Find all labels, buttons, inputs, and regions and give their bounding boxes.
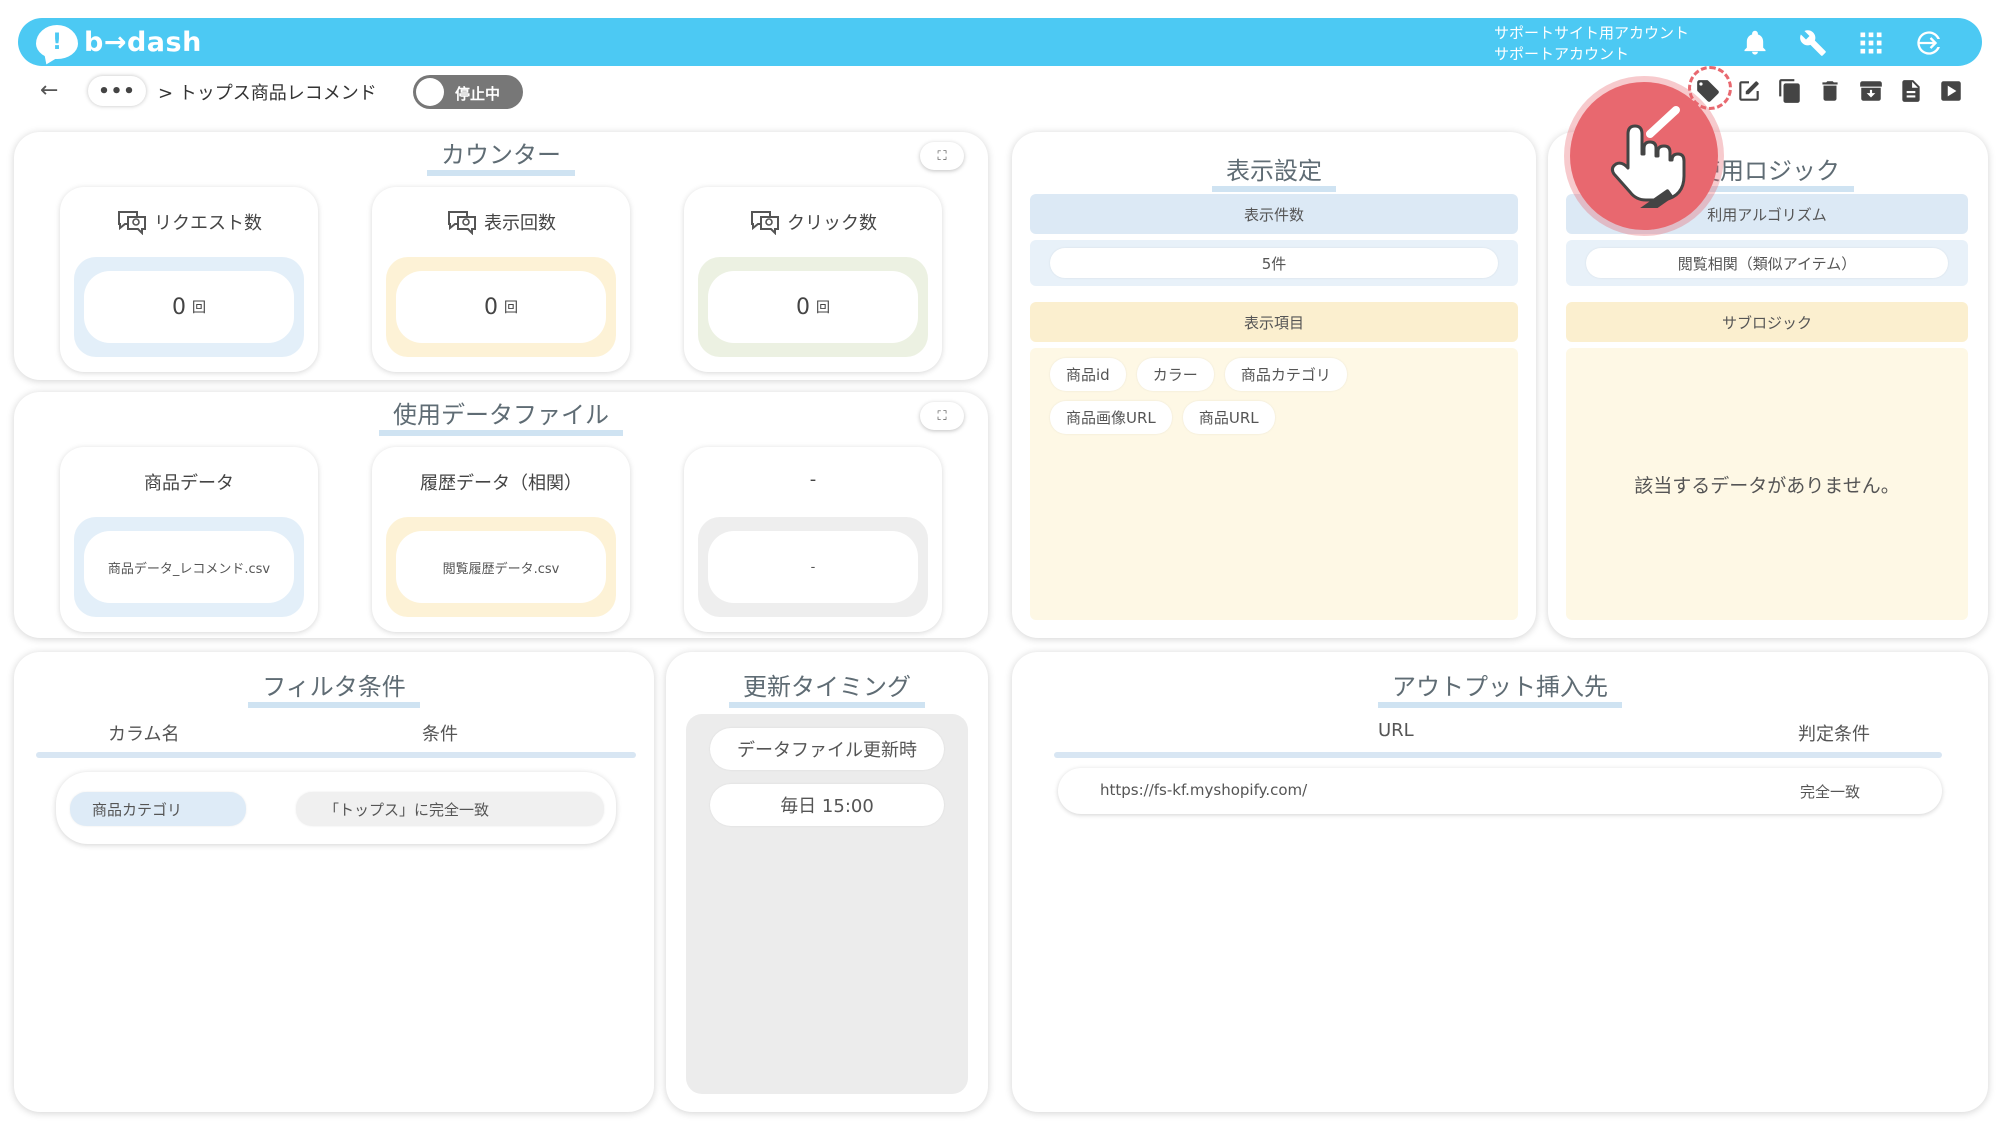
update-timing-card: 更新タイミング データファイル更新時 毎日 15:00 bbox=[666, 652, 988, 1112]
output-col-condition: 判定条件 bbox=[1798, 724, 1870, 745]
filter-condition-value: 「トップス」に完全一致 bbox=[296, 792, 604, 826]
logo-text: b→dash bbox=[84, 26, 202, 58]
stat-label: クリック数 bbox=[684, 209, 942, 235]
logo-bubble-icon: ! bbox=[36, 25, 78, 59]
display-item-tag: 商品URL bbox=[1182, 401, 1275, 434]
chat-icon bbox=[448, 211, 476, 235]
status-label: 停止中 bbox=[455, 85, 501, 103]
stat-card-clicks: クリック数 0回 bbox=[684, 187, 942, 372]
expand-icon[interactable]: ⛶ bbox=[920, 402, 964, 430]
back-button[interactable]: ← bbox=[40, 78, 58, 103]
play-icon[interactable] bbox=[1936, 76, 1966, 106]
output-condition: 完全一致 bbox=[1800, 783, 1861, 801]
file-card-product: 商品データ 商品データ_レコメンド.csv bbox=[60, 447, 318, 632]
account-line-2: サポートアカウント bbox=[1494, 45, 1630, 63]
trash-icon[interactable] bbox=[1815, 76, 1845, 106]
apps-grid-icon[interactable] bbox=[1856, 28, 1886, 58]
file-name: - bbox=[708, 531, 918, 603]
display-settings-title: 表示設定 bbox=[1012, 156, 1536, 192]
file-name[interactable]: 閲覧履歴データ.csv bbox=[396, 531, 606, 603]
stat-value: 0回 bbox=[396, 271, 606, 343]
algorithm-value: 閲覧相関（類似アイテム） bbox=[1586, 248, 1948, 278]
update-schedule: 毎日 15:00 bbox=[710, 784, 944, 826]
filter-col-name: カラム名 bbox=[108, 724, 180, 745]
display-items-area: 商品id カラー 商品カテゴリ 商品画像URL 商品URL bbox=[1030, 348, 1518, 620]
file-name[interactable]: 商品データ_レコメンド.csv bbox=[84, 531, 294, 603]
archive-icon[interactable] bbox=[1856, 76, 1886, 106]
display-item-tag: 商品id bbox=[1050, 358, 1126, 391]
account-line-1: サポートサイト用アカウント bbox=[1494, 24, 1690, 42]
account-info[interactable]: サポートサイト用アカウント サポートアカウント bbox=[1494, 23, 1689, 65]
chat-icon bbox=[751, 211, 779, 235]
output-card: アウトプット挿入先 URL 判定条件 https://fs-kf.myshopi… bbox=[1012, 652, 1988, 1112]
display-count-value: 5件 bbox=[1050, 248, 1498, 278]
filter-row[interactable]: 商品カテゴリ 「トップス」に完全一致 bbox=[56, 772, 616, 844]
stat-value: 0回 bbox=[708, 271, 918, 343]
document-icon[interactable] bbox=[1896, 76, 1926, 106]
display-item-tag: 商品カテゴリ bbox=[1224, 358, 1347, 391]
logout-icon[interactable] bbox=[1914, 28, 1944, 58]
file-box: - bbox=[698, 517, 928, 617]
update-timing-title: 更新タイミング bbox=[666, 672, 988, 708]
copy-icon[interactable] bbox=[1775, 76, 1805, 106]
stat-card-views: 表示回数 0回 bbox=[372, 187, 630, 372]
output-url: https://fs-kf.myshopify.com/ bbox=[1100, 781, 1308, 799]
logo-symbol: ! bbox=[51, 29, 63, 55]
file-box: 閲覧履歴データ.csv bbox=[386, 517, 616, 617]
sub-logic-empty: 該当するデータがありません。 bbox=[1566, 348, 1968, 620]
status-toggle[interactable]: 停止中 bbox=[413, 75, 523, 109]
file-box: 商品データ_レコメンド.csv bbox=[74, 517, 304, 617]
file-card-empty: - - bbox=[684, 447, 942, 632]
display-item-tag: 商品画像URL bbox=[1050, 401, 1172, 434]
pointing-hand-icon bbox=[1570, 82, 1718, 230]
file-card-history: 履歴データ（相関） 閲覧履歴データ.csv bbox=[372, 447, 630, 632]
display-count-header: 表示件数 bbox=[1030, 194, 1518, 234]
sub-logic-header: サブロジック bbox=[1566, 302, 1968, 342]
filter-title: フィルタ条件 bbox=[14, 672, 654, 708]
data-files-card: 使用データファイル ⛶ 商品データ 商品データ_レコメンド.csv 履歴データ（… bbox=[14, 392, 988, 638]
wrench-icon[interactable] bbox=[1798, 28, 1828, 58]
chat-icon bbox=[118, 211, 146, 235]
toggle-knob bbox=[416, 78, 444, 106]
header-bar: ! b→dash サポートサイト用アカウント サポートアカウント bbox=[18, 18, 1982, 66]
stat-label-text: 表示回数 bbox=[484, 213, 556, 234]
stat-box: 0回 bbox=[698, 257, 928, 357]
file-label: - bbox=[809, 469, 817, 490]
filter-column-value: 商品カテゴリ bbox=[70, 792, 246, 826]
filter-col-condition: 条件 bbox=[422, 724, 458, 745]
update-timing-panel: データファイル更新時 毎日 15:00 bbox=[686, 714, 968, 1094]
stat-label: 表示回数 bbox=[372, 209, 630, 235]
breadcrumb-more-button[interactable]: ••• bbox=[88, 76, 146, 106]
bell-icon[interactable] bbox=[1740, 28, 1770, 58]
logo[interactable]: ! b→dash bbox=[36, 24, 202, 60]
counter-card: カウンター ⛶ リクエスト数 0回 表示回数 0回 クリック数 0回 bbox=[14, 132, 988, 380]
update-trigger: データファイル更新時 bbox=[710, 728, 944, 770]
display-settings-card: 表示設定 表示件数 5件 表示項目 商品id カラー 商品カテゴリ 商品画像UR… bbox=[1012, 132, 1536, 638]
stat-label: リクエスト数 bbox=[60, 209, 318, 235]
filter-card: フィルタ条件 カラム名 条件 商品カテゴリ 「トップス」に完全一致 bbox=[14, 652, 654, 1112]
output-title: アウトプット挿入先 bbox=[1012, 672, 1988, 708]
file-label: 履歴データ（相関） bbox=[420, 473, 582, 494]
file-label: 商品データ bbox=[144, 473, 234, 494]
display-count-row: 5件 bbox=[1030, 240, 1518, 286]
output-col-url: URL bbox=[1378, 720, 1414, 741]
stat-value: 0回 bbox=[84, 271, 294, 343]
data-files-title: 使用データファイル bbox=[14, 400, 988, 436]
stat-box: 0回 bbox=[74, 257, 304, 357]
display-items-header: 表示項目 bbox=[1030, 302, 1518, 342]
edit-icon[interactable] bbox=[1734, 76, 1764, 106]
stat-label-text: クリック数 bbox=[787, 213, 877, 234]
stat-box: 0回 bbox=[386, 257, 616, 357]
expand-icon[interactable]: ⛶ bbox=[920, 142, 964, 170]
algorithm-row: 閲覧相関（類似アイテム） bbox=[1566, 240, 1968, 286]
output-header-divider bbox=[1054, 752, 1942, 758]
counter-title: カウンター bbox=[14, 140, 988, 176]
filter-header-divider bbox=[36, 752, 636, 758]
stat-card-requests: リクエスト数 0回 bbox=[60, 187, 318, 372]
breadcrumb: > トップス商品レコメンド bbox=[158, 83, 377, 104]
stat-label-text: リクエスト数 bbox=[154, 213, 262, 234]
display-item-tag: カラー bbox=[1136, 358, 1214, 391]
output-row[interactable]: https://fs-kf.myshopify.com/ 完全一致 bbox=[1058, 768, 1942, 814]
